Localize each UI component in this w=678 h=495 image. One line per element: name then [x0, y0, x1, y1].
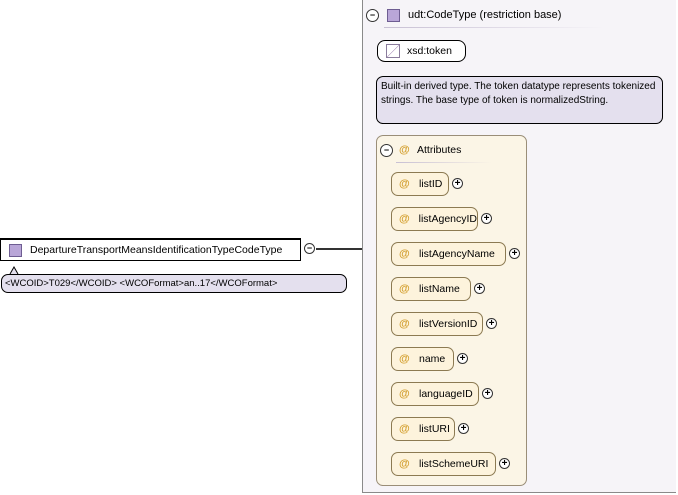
- at-sign-icon: @: [399, 388, 410, 400]
- element-documentation: <WCOID>T029</WCOID> <WCOFormat>an..17</W…: [1, 274, 347, 293]
- attribute-listAgencyID[interactable]: @ listAgencyID: [391, 207, 478, 231]
- type-description: Built-in derived type. The token datatyp…: [376, 76, 663, 124]
- at-sign-icon: @: [399, 318, 410, 330]
- expand-attribute-icon[interactable]: +: [474, 283, 485, 294]
- base-type-label: xsd:token: [407, 45, 452, 57]
- element-type-square-icon: [9, 243, 22, 257]
- at-sign-icon: @: [399, 178, 410, 190]
- attribute-listID[interactable]: @ listID: [391, 172, 449, 196]
- attribute-label: listName: [419, 283, 460, 295]
- attribute-label: listAgencyID: [418, 213, 477, 225]
- element-box[interactable]: DepartureTransportMeansIdentificationTyp…: [0, 238, 301, 261]
- base-type-box[interactable]: xsd:token: [377, 40, 466, 62]
- at-sign-icon: @: [399, 213, 410, 225]
- attribute-listVersionID[interactable]: @ listVersionID: [391, 312, 483, 336]
- at-sign-icon: @: [399, 283, 410, 295]
- attribute-label: name: [419, 353, 446, 365]
- type-panel-header: − udt:CodeType (restriction base): [366, 6, 666, 24]
- collapse-attributes-icon[interactable]: −: [380, 143, 393, 157]
- at-sign-icon: @: [399, 458, 410, 470]
- attribute-listAgencyName[interactable]: @ listAgencyName: [391, 242, 506, 266]
- at-sign-icon: @: [399, 248, 410, 260]
- attribute-label: listAgencyName: [419, 248, 495, 260]
- header-divider: [384, 27, 604, 28]
- expand-attribute-icon[interactable]: +: [486, 318, 497, 329]
- attribute-name[interactable]: @ name: [391, 347, 454, 371]
- at-sign-icon: @: [399, 423, 410, 435]
- element-name: DepartureTransportMeansIdentificationTyp…: [30, 244, 283, 256]
- attribute-label: languageID: [419, 388, 473, 400]
- expand-attribute-icon[interactable]: +: [452, 178, 463, 189]
- token-icon: [386, 44, 400, 58]
- at-sign-icon: @: [399, 353, 410, 365]
- expand-attribute-icon[interactable]: +: [509, 248, 520, 259]
- attribute-listSchemeURI[interactable]: @ listSchemeURI: [391, 452, 496, 476]
- attribute-label: listVersionID: [419, 318, 478, 330]
- expand-attribute-icon[interactable]: +: [457, 353, 468, 364]
- type-panel-title: udt:CodeType (restriction base): [408, 9, 562, 21]
- collapse-element-icon[interactable]: −: [304, 243, 315, 254]
- attribute-listName[interactable]: @ listName: [391, 277, 471, 301]
- at-sign-icon: @: [399, 144, 410, 156]
- attribute-label: listSchemeURI: [419, 458, 489, 470]
- attribute-label: listID: [419, 178, 443, 190]
- expand-attribute-icon[interactable]: +: [499, 458, 510, 469]
- expand-attribute-icon[interactable]: +: [482, 388, 493, 399]
- expand-attribute-icon[interactable]: +: [481, 213, 492, 224]
- attribute-languageID[interactable]: @ languageID: [391, 382, 479, 406]
- attribute-listURI[interactable]: @ listURI: [391, 417, 455, 441]
- attributes-divider: [396, 162, 492, 163]
- expand-attribute-icon[interactable]: +: [458, 423, 469, 434]
- type-square-icon: [387, 8, 400, 22]
- attributes-header: − @ Attributes: [380, 142, 520, 158]
- attributes-title: Attributes: [417, 144, 462, 156]
- collapse-type-panel-icon[interactable]: −: [366, 8, 379, 22]
- attribute-label: listURI: [419, 423, 450, 435]
